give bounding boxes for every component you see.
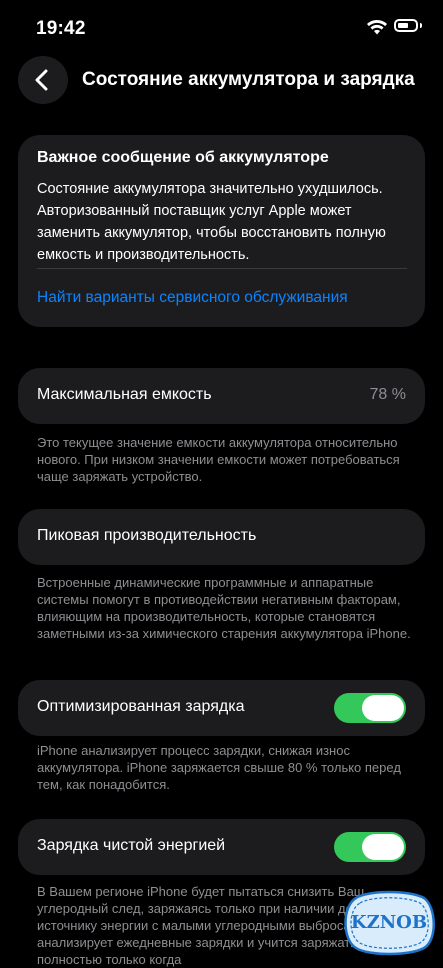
- nav-bar: Состояние аккумулятора и зарядка: [0, 56, 443, 106]
- page-title: Состояние аккумулятора и зарядка: [82, 69, 415, 90]
- toggle-knob: [362, 695, 404, 721]
- alert-body: Состояние аккумулятора значительно ухудш…: [37, 181, 386, 263]
- clean-energy-row: Зарядка чистой энергией: [18, 819, 425, 875]
- max-capacity-footnote: Это текущее значение емкости аккумулятор…: [37, 435, 400, 484]
- optimized-charging-footnote: iPhone анализирует процесс зарядки, сниж…: [37, 743, 401, 792]
- toggle-knob: [362, 834, 404, 860]
- status-bar: 19:42: [0, 0, 443, 56]
- wifi-icon: [367, 20, 387, 35]
- divider: [37, 268, 407, 269]
- battery-icon: [394, 19, 418, 32]
- optimized-charging-toggle[interactable]: [334, 693, 406, 723]
- max-capacity-label: Максимальная емкость: [37, 386, 212, 403]
- max-capacity-row: Максимальная емкость 78 %: [18, 368, 425, 424]
- peak-performance-footnote: Встроенные динамические программные и ап…: [37, 575, 411, 641]
- max-capacity-value: 78 %: [369, 386, 406, 403]
- optimized-charging-label: Оптимизированная зарядка: [37, 698, 245, 715]
- battery-cap: [420, 23, 422, 28]
- peak-performance-row[interactable]: Пиковая производительность: [18, 509, 425, 565]
- chevron-left-icon: [35, 69, 48, 91]
- battery-alert-card: Важное сообщение об аккумуляторе Состоян…: [18, 135, 425, 327]
- optimized-charging-row: Оптимизированная зарядка: [18, 680, 425, 736]
- alert-title: Важное сообщение об аккумуляторе: [37, 149, 329, 166]
- clean-energy-toggle[interactable]: [334, 832, 406, 862]
- watermark-text: KZNOB: [350, 912, 428, 933]
- peak-performance-label: Пиковая производительность: [37, 527, 257, 544]
- watermark-logo: KZNOB: [338, 888, 440, 958]
- status-time: 19:42: [36, 18, 86, 39]
- service-options-link[interactable]: Найти варианты сервисного обслуживания: [37, 289, 348, 307]
- clean-energy-label: Зарядка чистой энергией: [37, 837, 226, 854]
- back-button[interactable]: [18, 56, 68, 104]
